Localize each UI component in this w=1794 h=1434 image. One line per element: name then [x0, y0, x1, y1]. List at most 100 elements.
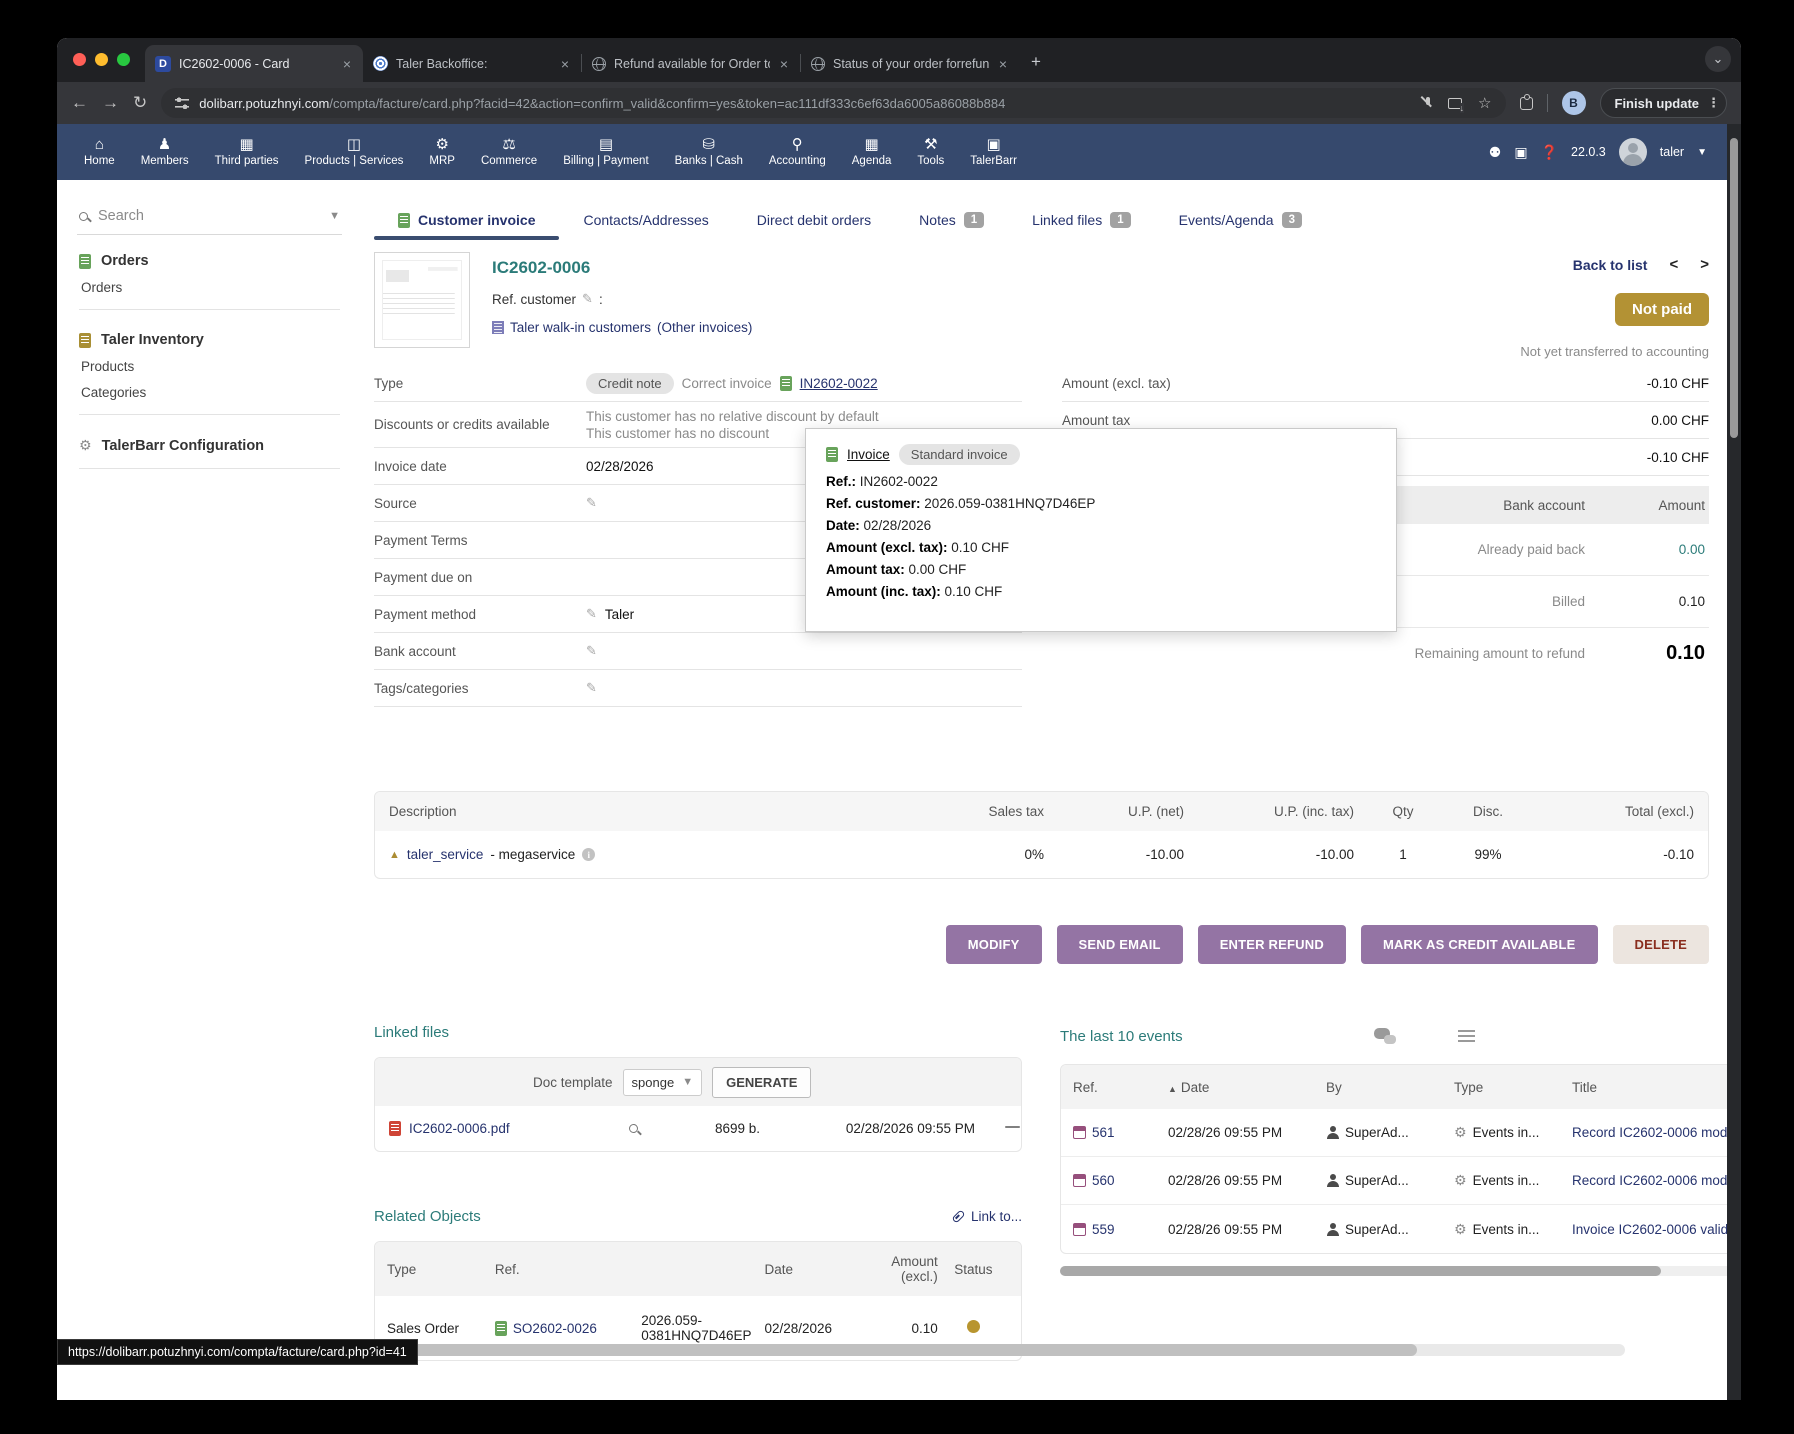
- new-tab-button[interactable]: +: [1031, 52, 1041, 72]
- print-icon[interactable]: ▣: [1514, 144, 1527, 161]
- user-menu-chevron-icon[interactable]: ▼: [1697, 147, 1707, 158]
- event-ref-link[interactable]: 561: [1092, 1125, 1115, 1140]
- calendar-icon: [1073, 1174, 1086, 1187]
- profile-avatar[interactable]: B: [1562, 91, 1586, 115]
- browser-tab[interactable]: Refund available for Order to ×: [582, 45, 800, 82]
- nav-billing-payment[interactable]: ▤Billing | Payment: [550, 124, 661, 180]
- next-record-icon[interactable]: >: [1700, 256, 1709, 273]
- sidebar-item-orders[interactable]: Orders: [79, 269, 340, 295]
- back-icon[interactable]: ←: [71, 93, 88, 113]
- mark-credit-available-button[interactable]: MARK AS CREDIT AVAILABLE: [1361, 925, 1598, 964]
- browser-tab[interactable]: Taler Backoffice: ×: [363, 45, 581, 82]
- event-ref-link[interactable]: 560: [1092, 1173, 1115, 1188]
- browser-tab-active[interactable]: D IC2602-0006 - Card ×: [145, 45, 363, 82]
- sidebar-item-categories[interactable]: Categories: [79, 374, 340, 400]
- sidebar-section-orders[interactable]: Orders: [79, 253, 340, 269]
- invoice-preview-thumbnail[interactable]: [374, 252, 470, 348]
- minimize-window-button[interactable]: [95, 53, 108, 66]
- nav-members[interactable]: ♟Members: [128, 124, 202, 180]
- nav-talerbarr[interactable]: ▣TalerBarr: [957, 124, 1030, 180]
- sales-order-link[interactable]: SO2602-0026: [513, 1321, 597, 1336]
- customer-link[interactable]: Taler walk-in customers: [510, 320, 651, 335]
- sort-asc-icon[interactable]: ▲: [1168, 1084, 1177, 1094]
- close-window-button[interactable]: [73, 53, 86, 66]
- sidebar-section-talerbarr-config[interactable]: ⚙ TalerBarr Configuration: [79, 437, 340, 454]
- tab-notes[interactable]: Notes1: [895, 204, 1008, 240]
- install-app-icon[interactable]: [1448, 98, 1462, 109]
- event-title-link[interactable]: Record IC2602-0006 modified: [1572, 1125, 1741, 1140]
- finish-update-button[interactable]: Finish update ⋮: [1600, 88, 1728, 118]
- edit-payment-method-icon[interactable]: ✎: [586, 606, 597, 622]
- doc-template-select[interactable]: sponge ▼: [623, 1069, 703, 1096]
- tab-events-agenda[interactable]: Events/Agenda3: [1155, 204, 1326, 240]
- edit-tags-icon[interactable]: ✎: [586, 680, 597, 696]
- link-to-link[interactable]: Link to...: [952, 1209, 1022, 1224]
- mic-off-icon[interactable]: [1424, 97, 1432, 110]
- already-paid-amount[interactable]: 0.00: [1585, 542, 1705, 557]
- nav-products-services[interactable]: ◫Products | Services: [292, 124, 417, 180]
- nav-commerce[interactable]: ⚖Commerce: [468, 124, 550, 180]
- tab-direct-debit-orders[interactable]: Direct debit orders: [733, 204, 895, 240]
- extensions-icon[interactable]: [1520, 97, 1533, 110]
- sidebar-search[interactable]: ▼: [77, 202, 342, 235]
- nav-mrp[interactable]: ⚙MRP: [416, 124, 468, 180]
- close-tab-icon[interactable]: ×: [778, 56, 790, 72]
- vertical-scrollbar[interactable]: [1727, 124, 1741, 1400]
- browser-tab[interactable]: Status of your order forrefun ×: [801, 45, 1019, 82]
- product-link[interactable]: taler_service: [407, 847, 484, 862]
- edit-ref-customer-icon[interactable]: ✎: [582, 291, 593, 307]
- enter-refund-button[interactable]: ENTER REFUND: [1198, 925, 1346, 964]
- search-options-chevron-icon[interactable]: ▼: [329, 210, 340, 222]
- bug-report-icon[interactable]: ⚉: [1489, 144, 1502, 161]
- user-name[interactable]: taler: [1660, 145, 1684, 159]
- user-avatar[interactable]: [1619, 138, 1647, 166]
- tab-title: Refund available for Order to: [614, 57, 770, 71]
- messages-icon[interactable]: [1374, 1028, 1396, 1044]
- sidebar-section-taler-inventory[interactable]: Taler Inventory: [79, 332, 340, 348]
- bookmark-star-icon[interactable]: ☆: [1478, 94, 1491, 112]
- tab-linked-files[interactable]: Linked files1: [1008, 204, 1154, 240]
- events-horizontal-scrollbar[interactable]: [1060, 1266, 1741, 1276]
- nav-tools[interactable]: ⚒Tools: [904, 124, 957, 180]
- search-input[interactable]: [98, 208, 319, 224]
- correct-invoice-link[interactable]: IN2602-0022: [800, 376, 878, 391]
- reload-icon[interactable]: ↻: [133, 93, 147, 113]
- preview-file-icon[interactable]: [629, 1124, 638, 1133]
- nav-home[interactable]: ⌂Home: [71, 124, 128, 180]
- address-bar[interactable]: dolibarr.potuzhnyi.com/compta/facture/ca…: [161, 88, 1505, 118]
- zoom-window-button[interactable]: [117, 53, 130, 66]
- nav-banks-cash[interactable]: ⛁Banks | Cash: [662, 124, 756, 180]
- event-title-link[interactable]: Invoice IC2602-0006 validated: [1572, 1222, 1741, 1237]
- close-tab-icon[interactable]: ×: [559, 56, 571, 72]
- modify-button[interactable]: MODIFY: [946, 925, 1042, 964]
- edit-bank-account-icon[interactable]: ✎: [586, 643, 597, 659]
- generate-button[interactable]: GENERATE: [712, 1067, 811, 1098]
- send-email-button[interactable]: SEND EMAIL: [1057, 925, 1183, 964]
- other-invoices-link[interactable]: (Other invoices): [657, 320, 752, 335]
- browser-menu-icon[interactable]: ⋮: [1707, 95, 1720, 111]
- nav-third-parties[interactable]: ▦Third parties: [202, 124, 292, 180]
- sidebar-item-products[interactable]: Products: [79, 348, 340, 374]
- event-title-link[interactable]: Record IC2602-0006 modified: [1572, 1173, 1741, 1188]
- nav-agenda[interactable]: ▦Agenda: [839, 124, 905, 180]
- pdf-icon: [389, 1121, 401, 1136]
- nav-accounting[interactable]: ⚲Accounting: [756, 124, 839, 180]
- list-view-icon[interactable]: [1458, 1030, 1475, 1042]
- edit-source-icon[interactable]: ✎: [586, 495, 597, 511]
- field-type: Type Credit note Correct invoice IN2602-…: [374, 365, 1022, 402]
- forward-icon[interactable]: →: [102, 93, 119, 113]
- tab-customer-invoice[interactable]: Customer invoice: [374, 204, 559, 240]
- event-ref-link[interactable]: 559: [1092, 1222, 1115, 1237]
- previous-record-icon[interactable]: <: [1669, 256, 1678, 273]
- back-to-list-link[interactable]: Back to list: [1573, 257, 1648, 273]
- tab-search-button[interactable]: ⌄: [1705, 46, 1731, 72]
- tab-contacts-addresses[interactable]: Contacts/Addresses: [559, 204, 732, 240]
- info-icon[interactable]: i: [582, 848, 595, 861]
- close-tab-icon[interactable]: ×: [997, 56, 1009, 72]
- delete-button[interactable]: DELETE: [1613, 925, 1709, 964]
- file-link[interactable]: IC2602-0006.pdf: [409, 1121, 510, 1136]
- site-settings-icon[interactable]: [175, 97, 189, 109]
- close-tab-icon[interactable]: ×: [341, 56, 353, 72]
- orders-icon: [79, 254, 91, 269]
- help-icon[interactable]: ❓: [1541, 144, 1558, 161]
